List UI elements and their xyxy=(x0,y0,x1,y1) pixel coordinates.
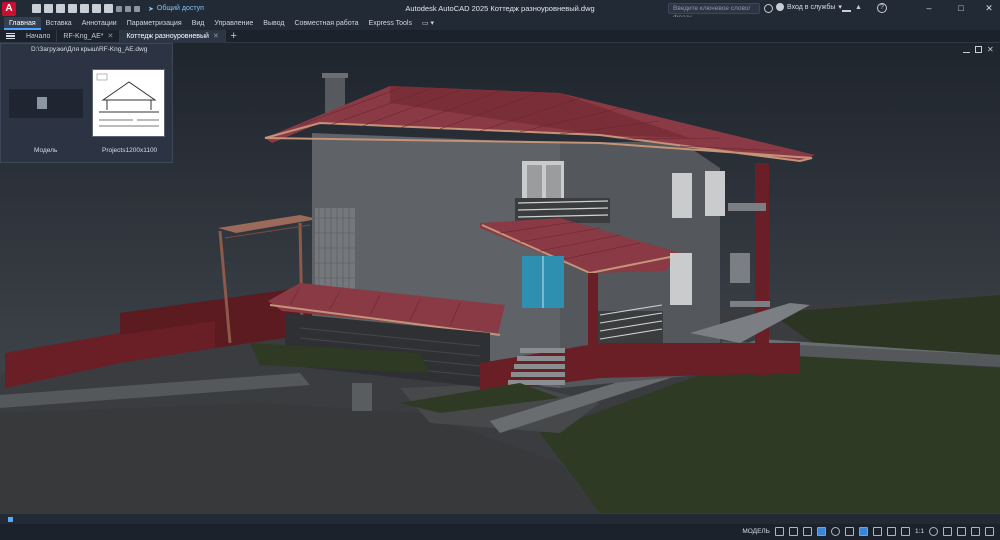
file-path: D:\Загрузки\Для крыш\RF-Kng_AE.dwg xyxy=(31,46,148,53)
ribbon-tabs: Главная Вставка Аннотации Параметризация… xyxy=(0,17,1000,30)
open-web-icon[interactable] xyxy=(80,4,89,13)
redo-icon[interactable] xyxy=(125,5,131,12)
doc-tab-label: RF-Kng_AE* xyxy=(63,32,104,40)
infer-constraints-icon[interactable] xyxy=(802,527,812,536)
object-snap-icon[interactable] xyxy=(886,527,896,536)
save-icon[interactable] xyxy=(56,4,65,13)
viewport-minimize-icon[interactable] xyxy=(963,46,970,53)
exchange-icon[interactable]: ▲ xyxy=(855,4,862,11)
user-icon xyxy=(776,3,784,11)
status-tray: МОДЕЛЬ 1:1 xyxy=(742,527,994,536)
quick-access-toolbar xyxy=(32,4,140,13)
close-tab-icon[interactable]: ✕ xyxy=(213,30,219,43)
layout-tabs-strip xyxy=(0,514,1000,524)
new-file-icon[interactable] xyxy=(32,4,41,13)
doc-tab-rf-kng[interactable]: RF-Kng_AE* ✕ xyxy=(57,29,121,43)
autocad-logo[interactable]: A xyxy=(2,1,16,16)
settings-gear-icon[interactable] xyxy=(929,527,938,536)
layout-thumbnail[interactable] xyxy=(92,69,165,137)
tab-output[interactable]: Вывод xyxy=(258,17,289,30)
model-label: Модель xyxy=(34,147,58,154)
plot-icon[interactable] xyxy=(104,4,113,13)
isodraft-icon[interactable] xyxy=(858,527,868,536)
tab-parametric[interactable]: Параметризация xyxy=(122,17,187,30)
help-icon[interactable]: ? xyxy=(877,3,887,13)
tab-view[interactable]: Вид xyxy=(187,17,210,30)
tab-express-tools[interactable]: Express Tools xyxy=(364,17,417,30)
search-input[interactable]: Введите ключевое слово/фразу xyxy=(668,3,760,21)
search-icon[interactable] xyxy=(764,4,773,13)
add-icon[interactable] xyxy=(943,527,952,536)
tab-insert[interactable]: Вставка xyxy=(41,17,77,30)
model-space-button[interactable]: МОДЕЛЬ xyxy=(742,528,770,535)
layout-label: Projects1200x1100 xyxy=(102,147,158,154)
minimize-icon[interactable]: – xyxy=(922,2,936,14)
dynamic-input-icon[interactable] xyxy=(816,527,826,536)
tab-manage[interactable]: Управление xyxy=(209,17,258,30)
document-tabs: Начало RF-Kng_AE* ✕ Коттедж разноуровнев… xyxy=(0,29,1000,43)
ribbon-toggle-icon[interactable]: ▭ ▾ xyxy=(417,17,439,30)
doc-tab-label: Коттедж разноуровневый xyxy=(126,32,209,40)
viewport-maximize-icon[interactable] xyxy=(975,46,982,53)
share-label: Общий доступ xyxy=(156,5,204,12)
open-file-icon[interactable] xyxy=(44,4,53,13)
doc-tab-cottage[interactable]: Коттедж разноуровневый ✕ xyxy=(120,29,226,43)
tab-annotate[interactable]: Аннотации xyxy=(77,17,122,30)
share-button[interactable]: ➤ Общий доступ xyxy=(148,5,204,13)
sign-in-button[interactable]: Вход в службы ▾ xyxy=(776,3,842,11)
menu-icon[interactable] xyxy=(0,30,20,43)
save-web-icon[interactable] xyxy=(92,4,101,13)
polar-tracking-icon[interactable] xyxy=(844,527,854,536)
save-as-icon[interactable] xyxy=(68,4,77,13)
model-thumbnail[interactable] xyxy=(9,89,83,118)
share-icon: ➤ xyxy=(148,5,154,13)
close-icon[interactable]: ✕ xyxy=(982,2,996,14)
fullscreen-icon[interactable] xyxy=(971,527,980,536)
doc-tab-start[interactable]: Начало xyxy=(20,29,58,43)
undo-icon[interactable] xyxy=(116,5,122,12)
viewport-close-icon[interactable]: ✕ xyxy=(987,46,994,54)
layout-preview-popup: D:\Загрузки\Для крыш\RF-Kng_AE.dwg Модел… xyxy=(0,43,173,163)
tab-home[interactable]: Главная xyxy=(4,17,41,30)
ortho-icon[interactable] xyxy=(830,527,840,536)
viewport-controls: ✕ xyxy=(963,46,994,54)
sign-in-label: Вход в службы xyxy=(787,3,836,11)
new-tab-button[interactable]: + xyxy=(226,30,242,42)
cart-icon[interactable] xyxy=(842,4,851,12)
customize-qat-icon[interactable] xyxy=(134,5,140,12)
doc-tab-label: Начало xyxy=(26,32,51,40)
lineweight-icon[interactable] xyxy=(900,527,910,536)
title-bar: A ➤ Общий доступ Autodesk AutoCAD 2025 К… xyxy=(0,0,1000,21)
isolate-objects-icon[interactable] xyxy=(957,527,966,536)
customization-menu-icon[interactable] xyxy=(985,527,994,536)
tab-collaborate[interactable]: Совместная работа xyxy=(289,17,363,30)
object-snap-tracking-icon[interactable] xyxy=(872,527,882,536)
status-bar: МОДЕЛЬ 1:1 xyxy=(0,513,1000,540)
snap-icon[interactable] xyxy=(788,527,798,536)
maximize-icon[interactable]: □ xyxy=(954,2,968,14)
model-tab-indicator[interactable] xyxy=(8,517,13,522)
annotation-scale[interactable]: 1:1 xyxy=(915,528,924,535)
close-tab-icon[interactable]: ✕ xyxy=(107,30,113,43)
grid-icon[interactable] xyxy=(774,527,784,536)
